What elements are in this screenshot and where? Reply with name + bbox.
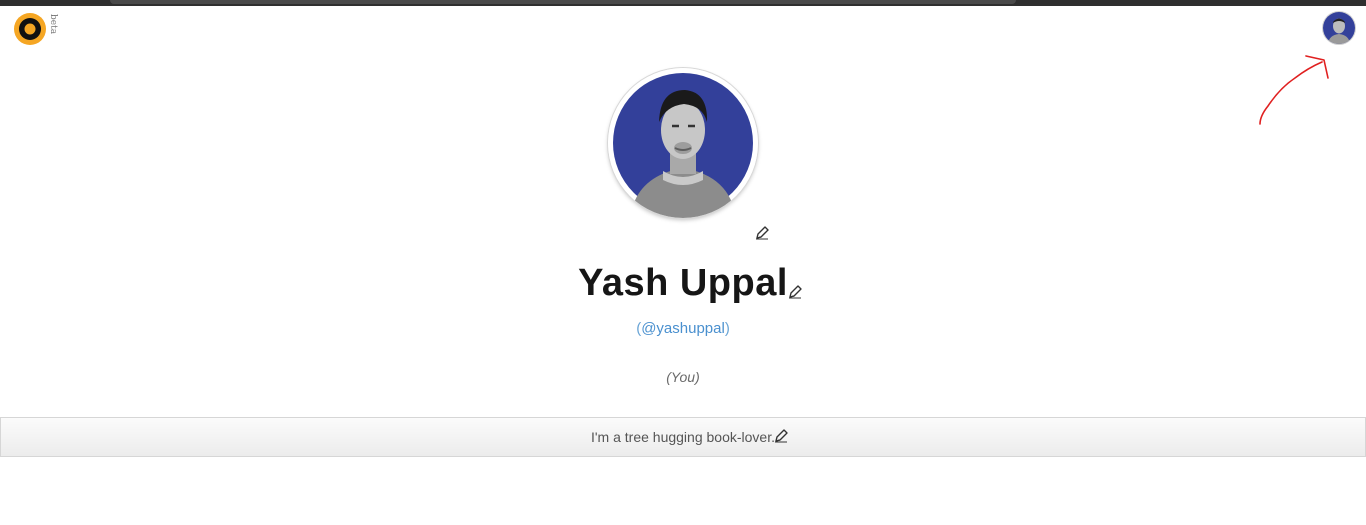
username-link[interactable]: @yashuppal [641, 320, 725, 337]
you-label: (You) [666, 369, 700, 385]
username-close-paren: ) [724, 320, 730, 337]
username-row: (@yashuppal) [0, 320, 1366, 337]
profile-name: Yash Uppal [578, 262, 788, 304]
browser-top-strip [0, 0, 1366, 6]
profile-photo[interactable] [608, 68, 758, 218]
edit-name-pencil-icon[interactable] [787, 284, 803, 300]
logo-icon[interactable] [13, 12, 47, 46]
bio-text: I'm a tree hugging book-lover. [590, 429, 775, 445]
browser-top-strip-inner [110, 0, 1016, 4]
profile-name-row: Yash Uppal [0, 262, 1366, 305]
bio-bar: I'm a tree hugging book-lover. [0, 417, 1366, 457]
red-arrow-annotation [1259, 55, 1329, 125]
edit-bio-pencil-icon[interactable] [773, 428, 789, 444]
user-avatar-icon[interactable] [1323, 12, 1355, 44]
edit-photo-pencil-icon[interactable] [754, 225, 770, 241]
beta-label: beta [48, 14, 58, 35]
